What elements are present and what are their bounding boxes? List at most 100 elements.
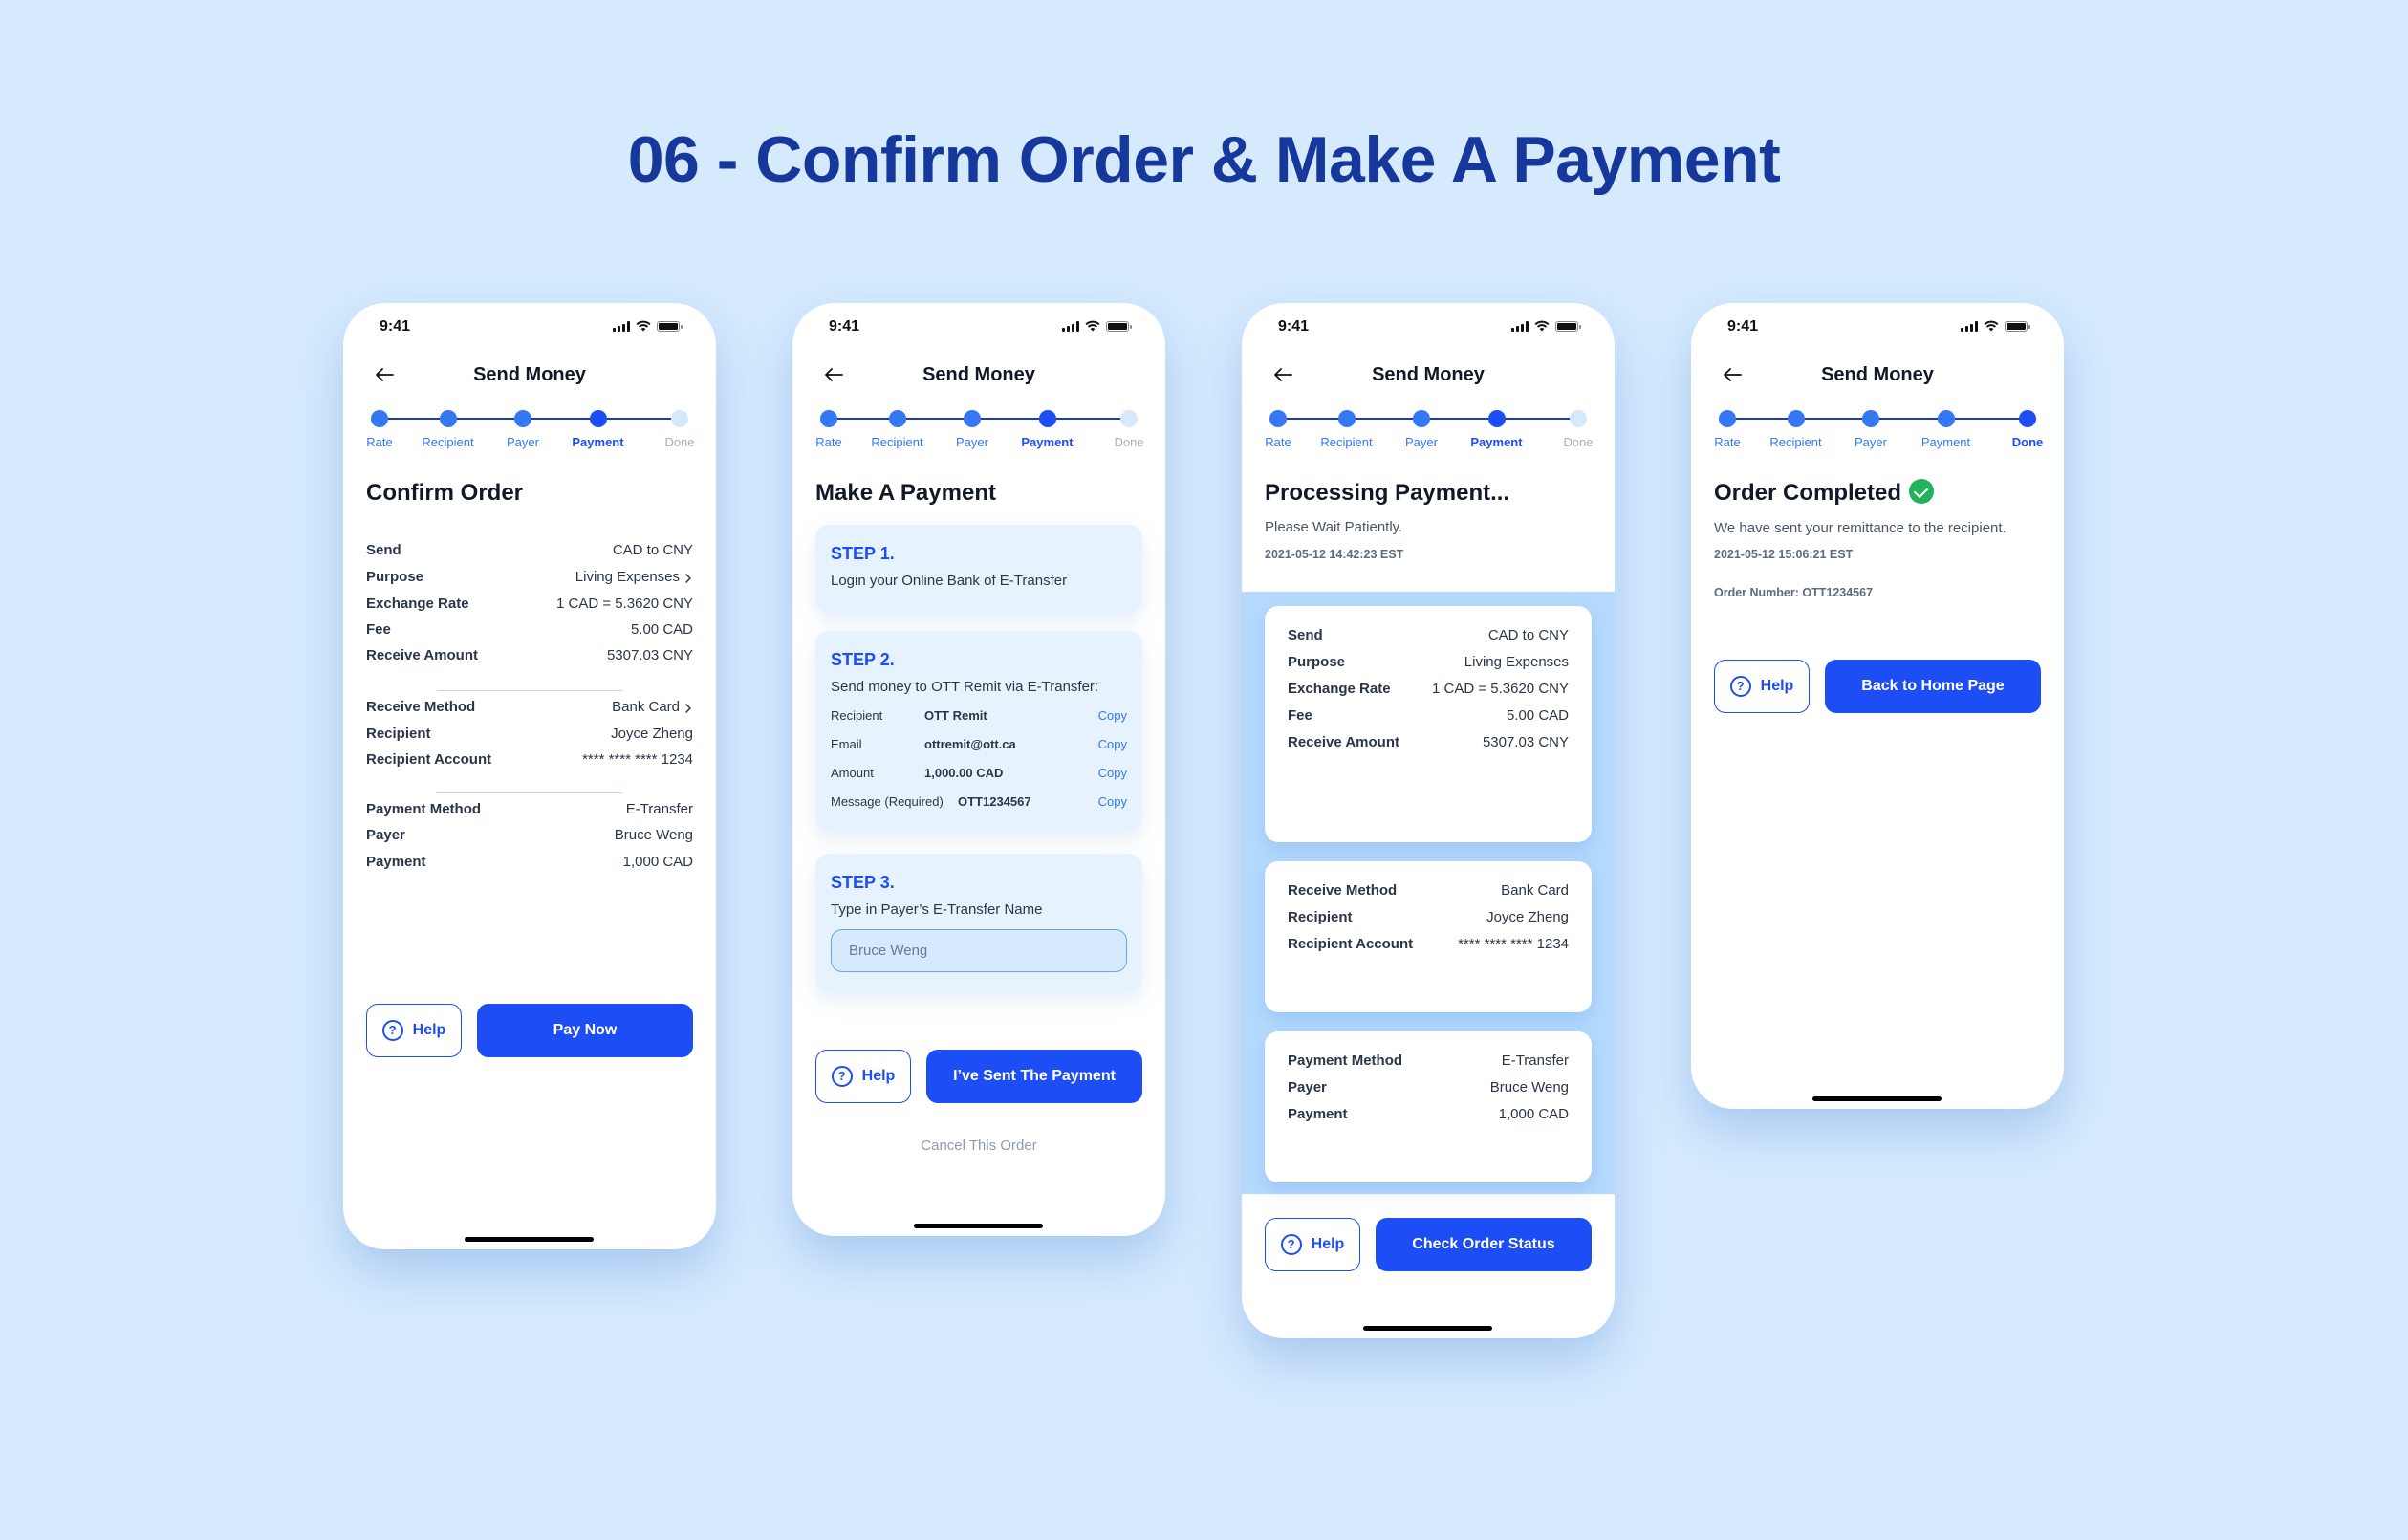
detail-label: Receive Method bbox=[1288, 882, 1398, 899]
back-arrow-icon[interactable] bbox=[819, 360, 848, 389]
copy-button[interactable]: Copy bbox=[1098, 794, 1127, 809]
step-label: Done bbox=[1114, 435, 1144, 449]
payer-name-input[interactable] bbox=[831, 929, 1127, 972]
detail-value: 5307.03 CNY bbox=[1482, 734, 1569, 750]
back-arrow-icon[interactable] bbox=[370, 360, 399, 389]
detail-value: 1 CAD = 5.3620 CNY bbox=[1432, 681, 1569, 697]
order-number: Order Number: OTT1234567 bbox=[1714, 586, 1874, 599]
step-label: Done bbox=[664, 435, 695, 449]
status-time: 9:41 bbox=[829, 318, 860, 335]
phone-processing-payment: 9:41 Send Money Rate Recipient Payer Paymen… bbox=[1242, 303, 1615, 1338]
nav-title: Send Money bbox=[1372, 364, 1485, 385]
help-label: Help bbox=[412, 1022, 446, 1038]
home-indicator bbox=[914, 1224, 1043, 1228]
detail-value: CAD to CNY bbox=[612, 542, 693, 558]
stepper-step-done: Done bbox=[1091, 409, 1165, 449]
step-dot bbox=[1038, 410, 1056, 427]
step-label: Rate bbox=[1265, 435, 1291, 449]
step-label: Payer bbox=[507, 435, 539, 449]
step-dot bbox=[1719, 410, 1736, 427]
sent-payment-button[interactable]: I’ve Sent The Payment bbox=[926, 1050, 1142, 1103]
detail-label: Payment bbox=[1288, 1106, 1348, 1122]
phone-make-payment: 9:41 Send Money Rate Recipient Payer Paymen… bbox=[792, 303, 1165, 1236]
detail-value: E-Transfer bbox=[1501, 1052, 1569, 1069]
detail-label: Fee bbox=[366, 621, 391, 638]
detail-row: Payment Method E-Transfer bbox=[1288, 1052, 1569, 1072]
chevron-right-icon[interactable] bbox=[683, 569, 693, 588]
detail-row: Receive Amount 5307.03 CNY bbox=[366, 647, 693, 666]
progress-stepper: Rate Recipient Payer Payment Done bbox=[366, 409, 695, 457]
detail-value: 1,000.00 CAD bbox=[924, 766, 1004, 780]
step-2-card: STEP 2. Send money to OTT Remit via E-Tr… bbox=[815, 631, 1142, 832]
copy-button[interactable]: Copy bbox=[1098, 737, 1127, 751]
chevron-right-icon[interactable] bbox=[683, 699, 693, 718]
back-arrow-icon[interactable] bbox=[1269, 360, 1297, 389]
detail-row[interactable]: Receive Method Bank Card bbox=[366, 699, 693, 718]
detail-label: Amount bbox=[831, 766, 874, 780]
detail-row: Send CAD to CNY bbox=[1288, 627, 1569, 646]
transfer-detail-row: Email ottremit@ott.ca Copy bbox=[831, 737, 1127, 754]
back-arrow-icon[interactable] bbox=[1718, 360, 1746, 389]
step-dot bbox=[888, 410, 906, 427]
detail-value: Joyce Zheng bbox=[1486, 909, 1569, 925]
timestamp: 2021-05-12 14:42:23 EST bbox=[1265, 548, 1404, 561]
help-button[interactable]: ? Help bbox=[1714, 660, 1810, 713]
copy-button[interactable]: Copy bbox=[1098, 708, 1127, 723]
step-label: Payment bbox=[1920, 435, 1971, 449]
detail-label: Recipient bbox=[831, 708, 883, 723]
step-dot bbox=[1269, 410, 1287, 427]
wifi-icon bbox=[636, 320, 651, 332]
help-button[interactable]: ? Help bbox=[1265, 1218, 1360, 1271]
step-dot bbox=[820, 410, 837, 427]
rate-summary-card: Send CAD to CNY Purpose Living Expenses Exch… bbox=[1265, 606, 1592, 842]
detail-row: Receive Amount 5307.03 CNY bbox=[1288, 734, 1569, 753]
detail-value: **** **** **** 1234 bbox=[1458, 936, 1569, 952]
detail-label: Exchange Rate bbox=[366, 596, 469, 612]
detail-label: Fee bbox=[1288, 707, 1312, 724]
status-bar: 9:41 bbox=[1242, 316, 1615, 339]
step-dot bbox=[439, 410, 457, 427]
step-dot bbox=[1487, 410, 1506, 427]
help-label: Help bbox=[1311, 1236, 1345, 1252]
step-dot bbox=[589, 410, 607, 427]
help-button[interactable]: ? Help bbox=[815, 1050, 911, 1103]
cancel-order-link[interactable]: Cancel This Order bbox=[792, 1138, 1165, 1154]
detail-row[interactable]: Purpose Living Expenses bbox=[366, 569, 693, 588]
check-order-status-button[interactable]: Check Order Status bbox=[1376, 1218, 1592, 1271]
status-time: 9:41 bbox=[1278, 318, 1310, 335]
step-label: Payer bbox=[1405, 435, 1438, 449]
detail-label: Payer bbox=[366, 827, 405, 843]
signal-icon bbox=[1961, 320, 1978, 332]
stepper-step-payment: Payment bbox=[560, 409, 637, 449]
detail-value: 5307.03 CNY bbox=[606, 647, 693, 663]
back-home-button[interactable]: Back to Home Page bbox=[1825, 660, 2041, 713]
pay-now-button[interactable]: Pay Now bbox=[477, 1004, 693, 1057]
payment-summary-card: Payment Method E-Transfer Payer Bruce Weng P… bbox=[1265, 1031, 1592, 1182]
step-label: Payment bbox=[1021, 435, 1074, 449]
help-button[interactable]: ? Help bbox=[366, 1004, 462, 1057]
status-bar: 9:41 bbox=[1691, 316, 2064, 339]
detail-label: Exchange Rate bbox=[1288, 681, 1391, 697]
home-indicator bbox=[465, 1237, 594, 1242]
detail-value: 5.00 CAD bbox=[1506, 707, 1569, 724]
step-dot bbox=[1120, 410, 1138, 427]
divider bbox=[437, 792, 622, 793]
check-circle-icon bbox=[1909, 478, 1935, 504]
stepper-step-done: Done bbox=[1989, 409, 2064, 449]
home-indicator bbox=[1812, 1096, 1942, 1101]
detail-value: Bruce Weng bbox=[1489, 1079, 1569, 1095]
copy-button[interactable]: Copy bbox=[1098, 766, 1127, 780]
stepper-step-recipient: Recipient bbox=[1758, 409, 1834, 449]
wifi-icon bbox=[1984, 320, 1999, 332]
nav-title: Send Money bbox=[922, 364, 1035, 385]
detail-label: Payment Method bbox=[1288, 1052, 1403, 1069]
battery-icon bbox=[657, 320, 683, 332]
stepper-step-payer: Payer bbox=[934, 409, 1010, 449]
detail-label: Payment Method bbox=[366, 801, 482, 817]
detail-row: Fee 5.00 CAD bbox=[1288, 707, 1569, 727]
help-icon: ? bbox=[831, 1066, 853, 1087]
detail-value: Bruce Weng bbox=[614, 827, 693, 843]
screen-heading: Confirm Order bbox=[366, 480, 524, 506]
recipient-summary-card: Receive Method Bank Card Recipient Joyce Zh… bbox=[1265, 861, 1592, 1012]
wifi-icon bbox=[1085, 320, 1100, 332]
